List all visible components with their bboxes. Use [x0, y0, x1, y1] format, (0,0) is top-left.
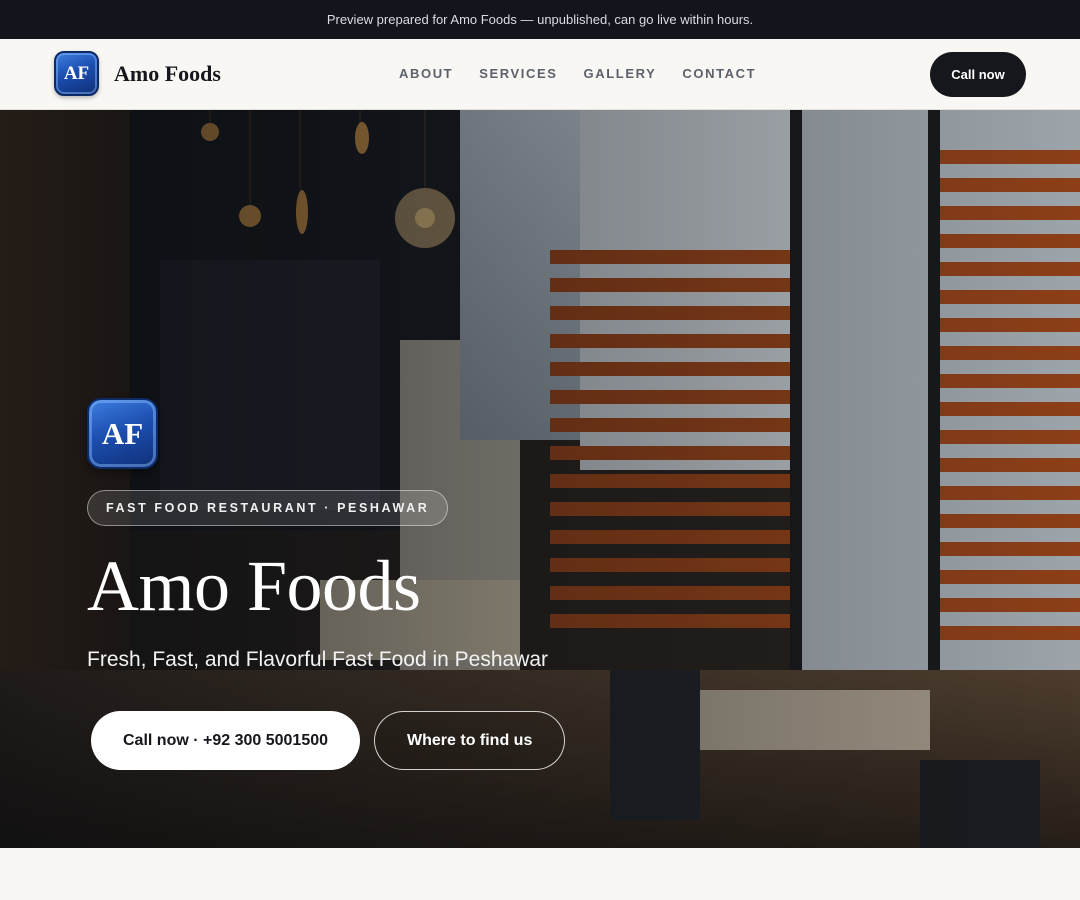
hero-call-button[interactable]: Call now · +92 300 5001500: [91, 711, 361, 770]
hero-actions: Call now · +92 300 5001500 Where to find…: [91, 711, 787, 770]
hero-subtitle: Fresh, Fast, and Flavorful Fast Food in …: [87, 648, 549, 671]
hero-section: AF FAST FOOD RESTAURANT · PESHAWAR Amo F…: [0, 110, 1080, 848]
brand-name: Amo Foods: [114, 60, 221, 86]
logo-badge: AF: [54, 51, 99, 96]
nav-link-contact[interactable]: CONTACT: [682, 66, 756, 81]
preview-banner-text: Preview prepared for Amo Foods — unpubli…: [326, 12, 754, 27]
site-header: AF Amo Foods ABOUT SERVICES GALLERY CONT…: [0, 39, 1080, 110]
hero-category-tag: FAST FOOD RESTAURANT · PESHAWAR: [87, 490, 449, 526]
brand-link[interactable]: AF Amo Foods: [54, 51, 221, 96]
nav-link-about[interactable]: ABOUT: [399, 66, 453, 81]
header-call-button[interactable]: Call now: [930, 52, 1026, 97]
nav-link-gallery[interactable]: GALLERY: [584, 66, 657, 81]
preview-banner: Preview prepared for Amo Foods — unpubli…: [0, 0, 1080, 39]
main-nav: ABOUT SERVICES GALLERY CONTACT: [399, 66, 756, 81]
hero-title: Amo Foods: [87, 546, 421, 626]
next-section: [0, 848, 1080, 900]
hero-content: AF FAST FOOD RESTAURANT · PESHAWAR Amo F…: [87, 398, 787, 770]
hero-logo-badge: AF: [87, 398, 158, 469]
nav-link-services[interactable]: SERVICES: [479, 66, 557, 81]
hero-location-button[interactable]: Where to find us: [374, 711, 566, 770]
